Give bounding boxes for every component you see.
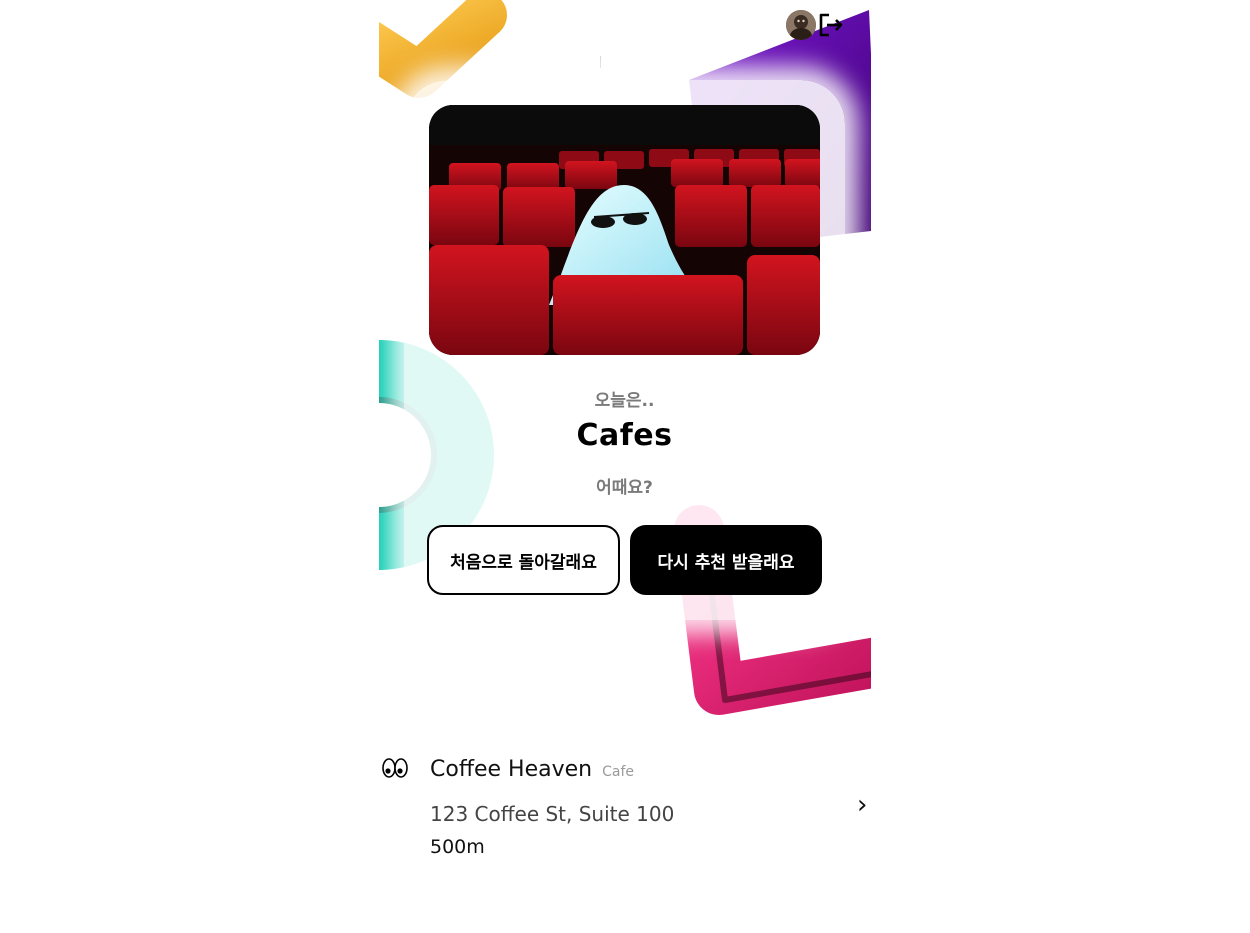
- recommend-again-button[interactable]: 다시 추천 받을래요: [630, 525, 822, 595]
- intro-today-text: 오늘은..: [594, 391, 655, 411]
- chevron-right-icon[interactable]: ›: [857, 792, 867, 818]
- place-name: Coffee Heaven: [430, 757, 593, 782]
- top-divider: [600, 56, 601, 68]
- avatar-image: [786, 10, 816, 40]
- intro-how-about-text: 어때요?: [596, 478, 653, 498]
- recommendation-card: 오늘은.. Cafes 어때요? 처음으로 돌아갈래요 다시 추천 받을래요: [404, 80, 845, 620]
- recommendation-image: [429, 105, 820, 355]
- profile-avatar[interactable]: [786, 10, 816, 40]
- place-distance: 500m: [430, 836, 485, 858]
- place-header[interactable]: Coffee Heaven Cafe: [430, 757, 634, 782]
- logout-icon[interactable]: [818, 12, 844, 38]
- recommended-category: Cafes: [576, 418, 673, 453]
- place-address: 123 Coffee St, Suite 100: [430, 802, 675, 826]
- eyes-icon: [382, 758, 408, 778]
- restart-button[interactable]: 처음으로 돌아갈래요: [427, 525, 620, 595]
- app-screen: 오늘은.. Cafes 어때요? 처음으로 돌아갈래요 다시 추천 받을래요 C…: [379, 0, 871, 933]
- ghost-in-cinema-photo: [429, 105, 820, 355]
- place-type: Cafe: [602, 764, 635, 780]
